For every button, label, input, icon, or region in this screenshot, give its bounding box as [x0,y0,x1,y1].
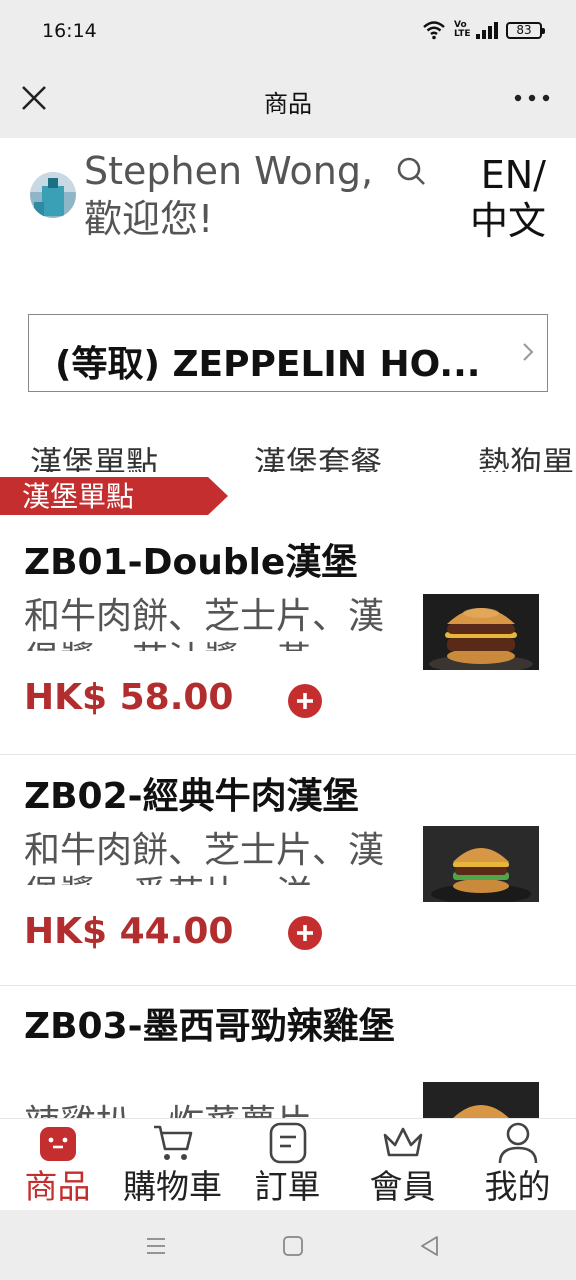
product-image [423,594,539,670]
tab-burger-single[interactable]: 漢堡單點 [30,438,158,472]
store-selector[interactable]: (等取) ZEPPELIN HO... [28,314,548,392]
wifi-icon [423,21,445,40]
product-image [423,826,539,902]
order-icon [269,1122,307,1164]
store-name: (等取) ZEPPELIN HO... [55,344,481,385]
product-image [423,1082,539,1118]
signal-icon [476,21,498,39]
tab-burger-combo[interactable]: 漢堡套餐 [254,438,382,472]
product-bag-icon [40,1127,76,1161]
product-price: HK$ 44.00 [24,911,234,952]
product-description: 和牛肉餅、芝士片、漢堡醬、茄汁醬、黃 [24,596,385,651]
back-icon[interactable] [418,1234,442,1258]
product-name: ZB03-墨西哥勁辣雞堡 [24,1006,395,1047]
category-tabs: 漢堡單點 漢堡套餐 熱狗單 [0,436,576,472]
status-bar: 16:14 Vo LTE 83 [0,0,576,64]
product-description: 和牛肉餅、芝士片、漢堡醬、番茄片、洋 [24,830,385,885]
crown-icon [383,1127,423,1157]
volte-icon: Vo LTE [454,20,471,39]
nav-profile[interactable]: 我的 [460,1119,575,1211]
product-description: 辣雞扒、炸蕃薯片 [24,1102,414,1118]
product-card[interactable]: ZB03-墨西哥勁辣雞堡 辣雞扒、炸蕃薯片 [0,986,576,1118]
cart-icon [154,1125,193,1160]
avatar[interactable] [30,172,76,218]
product-card[interactable]: ZB01-Double漢堡 和牛肉餅、芝士片、漢堡醬、茄汁醬、黃 HK$ 58.… [0,515,576,755]
nav-membership[interactable]: 會員 [345,1119,460,1211]
add-to-cart-icon[interactable] [288,684,322,718]
status-icons: Vo LTE 83 [422,20,545,40]
product-name: ZB01-Double漢堡 [24,542,358,583]
bottom-nav: 商品 購物車 訂單 會員 我的 [0,1118,576,1210]
language-switch-en: EN/ [480,153,546,197]
page-title: 商品 [264,90,312,118]
page: 16:14 Vo LTE 83 商品 Stephen Wong, 歡迎您! EN… [0,0,576,1280]
welcome-greeting: 歡迎您! [84,197,214,241]
system-nav-bar [0,1210,576,1280]
product-price: HK$ 58.00 [24,677,234,718]
add-to-cart-icon[interactable] [288,916,322,950]
tab-hotdog-single[interactable]: 熱狗單 [478,438,574,472]
welcome-name: Stephen Wong, [84,149,374,193]
product-name: ZB02-經典牛肉漢堡 [24,776,359,817]
nav-label: 我的 [484,1167,551,1206]
nav-label: 購物車 [123,1167,222,1206]
chevron-right-icon [523,343,534,361]
more-options-icon[interactable] [514,86,550,110]
language-switch-zh: 中文 [469,199,546,243]
nav-label: 商品 [24,1167,91,1206]
nav-label: 訂單 [254,1167,321,1206]
product-card[interactable]: ZB02-經典牛肉漢堡 和牛肉餅、芝士片、漢堡醬、番茄片、洋 HK$ 44.00 [0,755,576,985]
nav-orders[interactable]: 訂單 [230,1119,345,1211]
nav-label: 會員 [369,1167,436,1206]
battery-icon: 83 [506,21,545,39]
home-icon[interactable] [281,1234,305,1258]
language-switch[interactable]: EN/ 中文 [470,152,546,244]
nav-cart[interactable]: 購物車 [115,1119,230,1211]
section-ribbon: 漢堡單點 [0,477,228,515]
title-bar: 商品 [0,64,576,138]
section-label: 漢堡單點 [22,480,135,513]
menu-icon[interactable] [144,1234,168,1258]
welcome-header: Stephen Wong, 歡迎您! EN/ 中文 [0,138,576,298]
nav-products[interactable]: 商品 [0,1119,115,1211]
profile-icon [498,1122,538,1164]
search-icon[interactable] [394,154,430,190]
status-time: 16:14 [42,20,97,42]
